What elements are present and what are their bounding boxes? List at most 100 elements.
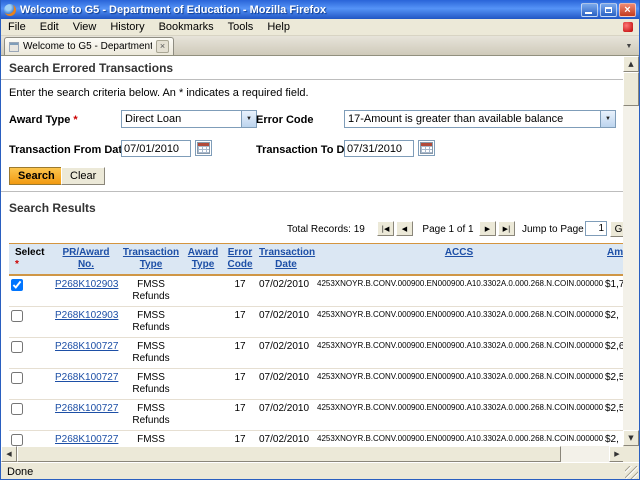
menu-tools[interactable]: Tools — [221, 20, 261, 34]
jump-to-page-label: Jump to Page — [522, 224, 584, 235]
search-criteria-form: Award Type * Direct Loan ▼ Error Code 17… — [9, 107, 617, 187]
row-award-type — [183, 338, 223, 369]
award-no-link[interactable]: P268K102903 — [55, 310, 118, 321]
menu-view[interactable]: View — [66, 20, 104, 34]
row-select-checkbox[interactable] — [11, 434, 23, 446]
error-code-select[interactable]: 17-Amount is greater than available bala… — [344, 110, 616, 128]
menu-history[interactable]: History — [103, 20, 151, 34]
sort-transaction-date-link[interactable]: Transaction Date — [259, 247, 315, 270]
row-award-no-cell: P268K102903 — [53, 275, 119, 307]
table-row: P268K102903FMSS Refunds1707/02/20104253X… — [9, 275, 625, 307]
page-status-label: Page 1 of 1 — [419, 224, 477, 235]
last-page-button[interactable]: ▶| — [498, 221, 515, 236]
horizontal-scrollbar[interactable]: ◀ ▶ — [1, 446, 625, 462]
scroll-up-icon[interactable]: ▲ — [623, 56, 639, 72]
row-accs: 4253XNOYR.B.CONV.000900.EN000900.A10.330… — [315, 431, 603, 447]
row-error-code: 17 — [223, 369, 257, 400]
jump-to-page-input[interactable] — [585, 221, 607, 236]
row-accs: 4253XNOYR.B.CONV.000900.EN000900.A10.330… — [315, 369, 603, 400]
first-page-button[interactable]: |◀ — [377, 221, 394, 236]
row-transaction-date: 07/02/2010 — [257, 369, 315, 400]
row-error-code: 17 — [223, 400, 257, 431]
close-button[interactable]: × — [619, 3, 636, 17]
divider — [1, 79, 625, 80]
vertical-scroll-thumb[interactable] — [623, 72, 639, 106]
list-all-tabs-icon[interactable]: ▼ — [622, 39, 636, 55]
clear-button[interactable]: Clear — [61, 167, 105, 185]
menu-help[interactable]: Help — [260, 20, 297, 34]
award-type-select[interactable]: Direct Loan ▼ — [121, 110, 257, 128]
to-date-calendar-icon[interactable] — [418, 140, 435, 156]
menu-bookmarks[interactable]: Bookmarks — [152, 20, 221, 34]
menu-file[interactable]: File — [1, 20, 33, 34]
vertical-scrollbar[interactable]: ▲ ▼ — [623, 56, 639, 446]
chevron-down-icon: ▼ — [241, 111, 256, 127]
menu-edit[interactable]: Edit — [33, 20, 66, 34]
award-no-link[interactable]: P268K100727 — [55, 372, 118, 383]
required-asterisk: * — [73, 114, 77, 126]
scroll-down-icon[interactable]: ▼ — [623, 430, 639, 446]
award-no-link[interactable]: P268K100727 — [55, 434, 118, 445]
award-type-value: Direct Loan — [122, 113, 241, 125]
prev-page-button[interactable]: ◀ — [396, 221, 413, 236]
row-select-checkbox[interactable] — [11, 310, 23, 322]
column-header-award-type: Award Type — [183, 244, 223, 276]
from-date-input[interactable] — [121, 140, 191, 157]
table-row: P268K100727FMSS Refunds1707/02/20104253X… — [9, 369, 625, 400]
row-select-cell — [9, 275, 53, 307]
row-select-cell — [9, 431, 53, 447]
divider — [1, 191, 625, 192]
sort-award-no-link[interactable]: PR/Award No. — [62, 247, 109, 270]
search-button[interactable]: Search — [9, 167, 64, 185]
status-bar: Done — [1, 462, 639, 480]
page-title: Search Errored Transactions — [9, 61, 617, 75]
sort-error-code-link[interactable]: Error Code — [228, 247, 253, 270]
row-award-no-cell: P268K100727 — [53, 338, 119, 369]
row-transaction-date: 07/02/2010 — [257, 431, 315, 447]
row-select-cell — [9, 400, 53, 431]
table-row: P268K102903FMSS Refunds1707/02/20104253X… — [9, 307, 625, 338]
award-no-link[interactable]: P268K100727 — [55, 341, 118, 352]
next-page-button[interactable]: ▶ — [479, 221, 496, 236]
to-date-input[interactable] — [344, 140, 414, 157]
row-accs: 4253XNOYR.B.CONV.000900.EN000900.A10.330… — [315, 307, 603, 338]
column-header-select: Select * — [9, 244, 53, 276]
award-no-link[interactable]: P268K102903 — [55, 279, 118, 290]
results-table-body: P268K102903FMSS Refunds1707/02/20104253X… — [9, 275, 625, 446]
row-select-checkbox[interactable] — [11, 341, 23, 353]
row-select-checkbox[interactable] — [11, 372, 23, 384]
calendar-glyph — [420, 142, 433, 154]
row-select-checkbox[interactable] — [11, 403, 23, 415]
row-award-type — [183, 431, 223, 447]
addon-icon[interactable] — [623, 22, 633, 32]
row-amount: $2, — [603, 307, 625, 338]
title-bar: Welcome to G5 - Department of Education … — [1, 0, 639, 19]
from-date-calendar-icon[interactable] — [195, 140, 212, 156]
restore-button[interactable] — [600, 3, 617, 17]
row-award-type — [183, 369, 223, 400]
scroll-left-icon[interactable]: ◀ — [1, 446, 17, 462]
row-error-code: 17 — [223, 338, 257, 369]
sort-accs-link[interactable]: ACCS — [445, 247, 473, 258]
row-error-code: 17 — [223, 431, 257, 447]
award-no-link[interactable]: P268K100727 — [55, 403, 118, 414]
row-select-checkbox[interactable] — [11, 279, 23, 291]
sort-award-type-link[interactable]: Award Type — [188, 247, 218, 270]
row-transaction-date: 07/02/2010 — [257, 275, 315, 307]
resize-grip[interactable] — [625, 466, 638, 479]
select-required-mark: * — [15, 259, 19, 270]
horizontal-scroll-thumb[interactable] — [17, 446, 561, 462]
tab-bar: Welcome to G5 - Department of Edu... × ▼ — [1, 36, 639, 56]
results-title: Search Results — [9, 201, 617, 215]
restore-icon — [605, 7, 612, 13]
error-code-value: 17-Amount is greater than available bala… — [345, 113, 600, 125]
tab-welcome-g5[interactable]: Welcome to G5 - Department of Edu... × — [4, 37, 174, 55]
firefox-icon — [4, 4, 16, 16]
tab-close-icon[interactable]: × — [156, 40, 169, 53]
row-award-type — [183, 400, 223, 431]
table-row: P268K100727FMSS Refunds1707/02/20104253X… — [9, 338, 625, 369]
row-amount: $2, — [603, 431, 625, 447]
minimize-button[interactable] — [581, 3, 598, 17]
sort-transaction-type-link[interactable]: Transaction Type — [123, 247, 179, 270]
row-accs: 4253XNOYR.B.CONV.000900.EN000900.A10.330… — [315, 275, 603, 307]
